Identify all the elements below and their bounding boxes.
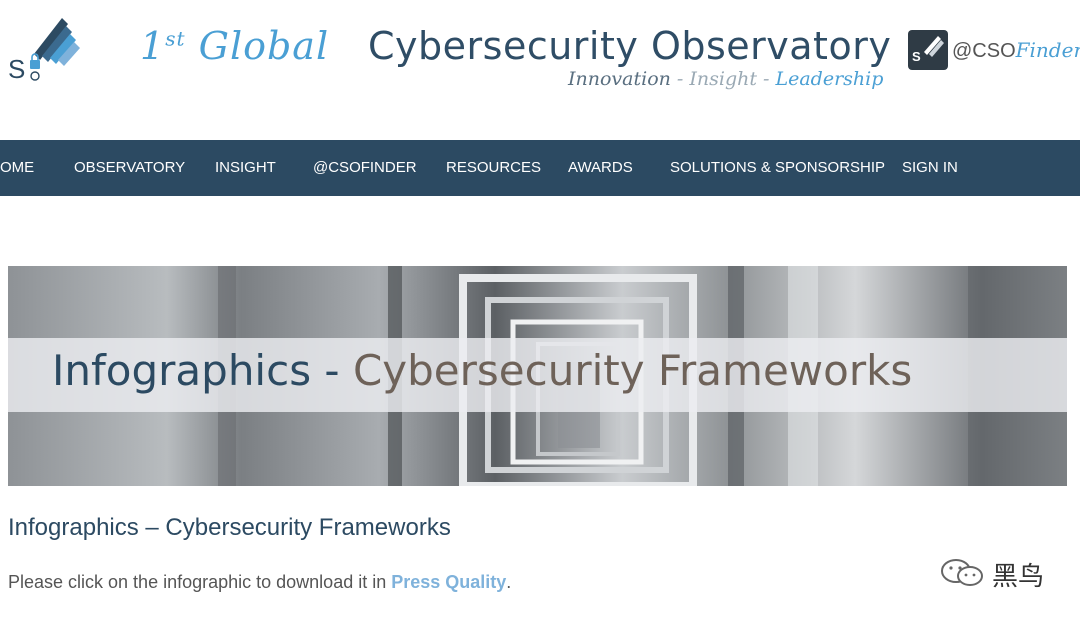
motto-separator: - xyxy=(670,68,690,90)
main-nav: OME OBSERVATORY INSIGHT @CSOFINDER RESOU… xyxy=(0,140,1080,196)
site-header: S 1st Global Cybersecurity Observatory I… xyxy=(0,0,1080,140)
nav-item-home[interactable]: OME xyxy=(0,140,34,196)
hero-banner: Infographics - Cybersecurity Frameworks xyxy=(8,266,1067,486)
first-global-word: Global xyxy=(198,24,330,68)
nav-item-sign-in[interactable]: SIGN IN xyxy=(902,140,958,196)
banner-title-part1: Infographics - xyxy=(52,346,353,395)
first-global-tagline: 1st Global xyxy=(140,24,329,68)
csofinder-badge-text: S xyxy=(912,49,921,64)
nav-item-awards[interactable]: AWARDS xyxy=(568,140,633,196)
download-instructions: Please click on the infographic to downl… xyxy=(8,572,511,593)
logo-text: S xyxy=(8,54,26,84)
motto-innovation: Innovation xyxy=(568,68,671,90)
page-title: Infographics – Cybersecurity Frameworks xyxy=(8,514,451,541)
csofinder-at: @CSO xyxy=(952,40,1016,62)
motto-separator: - xyxy=(756,68,776,90)
csofinder-badge-icon: S xyxy=(908,30,948,70)
first-global-number: 1 xyxy=(140,24,166,68)
csofinder-label: @CSOFinder xyxy=(952,38,1080,63)
nav-item-solutions[interactable]: SOLUTIONS & SPONSORSHIP xyxy=(670,140,885,196)
nav-item-resources[interactable]: RESOURCES xyxy=(446,140,541,196)
site-title[interactable]: Cybersecurity Observatory xyxy=(368,24,891,68)
site-logo[interactable]: S xyxy=(4,14,84,86)
nav-item-csofinder[interactable]: @CSOFINDER xyxy=(313,140,417,196)
nav-item-insight[interactable]: INSIGHT xyxy=(215,140,276,196)
instructions-period: . xyxy=(506,572,512,592)
wechat-icon xyxy=(941,559,983,586)
site-motto: Innovation - Insight - Leadership xyxy=(568,68,883,90)
first-global-suffix: st xyxy=(165,26,186,51)
banner-title: Infographics - Cybersecurity Frameworks xyxy=(52,346,912,395)
instructions-text: Please click on the infographic to downl… xyxy=(8,572,392,592)
motto-leadership: Leadership xyxy=(775,68,884,90)
motto-insight: Insight xyxy=(689,68,757,90)
csofinder-finder: Finder xyxy=(1015,38,1080,62)
watermark-text: 黑鸟 xyxy=(992,562,1045,592)
banner-title-part2: Cybersecurity Frameworks xyxy=(352,346,913,395)
press-quality-link[interactable]: Press Quality xyxy=(391,572,506,592)
nav-item-observatory[interactable]: OBSERVATORY xyxy=(74,140,185,196)
